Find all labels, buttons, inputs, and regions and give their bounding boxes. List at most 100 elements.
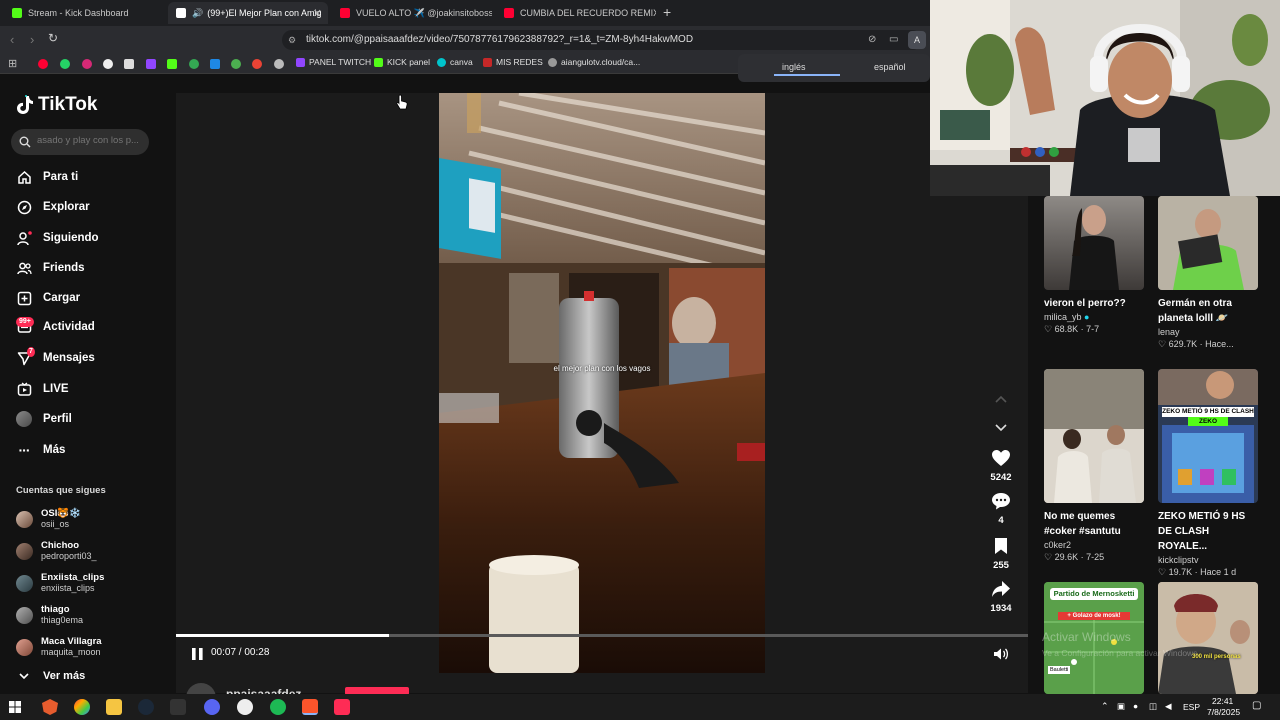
site-info-icon[interactable]: ⚙ (288, 30, 296, 50)
recommended-video-card[interactable]: ZEKO METIÓ 9 HS DE CLASH ZEKO ZEKO METIÓ… (1158, 369, 1258, 578)
followed-account[interactable]: Chichoo pedroporti03_ (16, 540, 97, 562)
activate-windows-hint: Ve a Configuración para activar Windows. (1042, 648, 1200, 658)
tray-mic-icon[interactable]: ● (1133, 701, 1138, 711)
tiktok-bookmark-icon[interactable] (103, 59, 113, 69)
followed-account[interactable]: Maca Villagra maquita_moon (16, 636, 102, 658)
tray-clock-date[interactable]: 7/8/2025 (1207, 707, 1240, 717)
brave-browser-taskbar-icon[interactable] (302, 699, 318, 715)
like-count: 5242 (990, 472, 1012, 483)
username: c0ker2 (1044, 540, 1072, 550)
bookmark-kick-panel[interactable]: KICK panel (374, 57, 430, 67)
instagram-bookmark-icon[interactable] (82, 59, 92, 69)
tray-volume-icon[interactable]: ◀ (1165, 701, 1172, 712)
tray-network-icon[interactable]: ◫ (1149, 701, 1157, 712)
reload-icon[interactable]: ↻ (48, 31, 58, 45)
translate-icon[interactable]: A (908, 31, 926, 49)
chevron-down-icon (995, 424, 1007, 432)
tray-clock-time[interactable]: 22:41 (1212, 696, 1233, 706)
recommended-video-card[interactable]: vieron el perro?? milica_yb ● ♡ 68.8K · … (1044, 196, 1144, 335)
volume-button[interactable] (993, 647, 1009, 664)
search-input[interactable] (37, 135, 145, 146)
nav-mas[interactable]: ··· Más (16, 440, 66, 460)
nav-live[interactable]: LIVE (16, 379, 69, 399)
nav-cargar[interactable]: Cargar (16, 288, 80, 308)
file-explorer-taskbar-icon[interactable] (106, 699, 122, 715)
nav-friends[interactable]: Friends (16, 258, 85, 278)
pause-button[interactable] (192, 648, 203, 663)
translate-target-lang[interactable]: español (874, 62, 906, 72)
followed-account[interactable]: OSI🐯❄️ osii_os (16, 508, 81, 530)
copilot-taskbar-icon[interactable] (74, 699, 90, 715)
recommended-video-card[interactable]: 300 mil personas (1158, 582, 1258, 694)
globe-bookmark-icon[interactable] (274, 59, 284, 69)
bookmark-canva[interactable]: canva (437, 57, 473, 67)
tab-title: (99+)El Mejor Plan con Amig (207, 8, 322, 18)
epic-games-taskbar-icon[interactable] (170, 699, 186, 715)
twitch-bookmark-icon[interactable] (146, 59, 156, 69)
tab-youtube-vuelo-alto[interactable]: VUELO ALTO ✈️ @joakinsitoboss - Y (332, 2, 492, 24)
next-video-button[interactable] (994, 420, 1008, 438)
followed-account[interactable]: thiago thiag0ema (16, 604, 83, 626)
recommended-video-card[interactable]: Germán en otra planeta lolll 🪐 lenay ♡ 6… (1158, 196, 1258, 350)
brave-shield-taskbar-icon[interactable] (42, 699, 58, 715)
translate-source-lang[interactable]: inglés (782, 62, 806, 72)
account-name: OSI🐯❄️ (41, 508, 82, 519)
followed-account[interactable]: Enxiista_clips enxiista_clips (16, 572, 104, 594)
drive-bookmark-icon[interactable] (189, 59, 199, 69)
see-more-button[interactable]: Ver más (16, 666, 85, 686)
outlook-bookmark-icon[interactable] (210, 59, 220, 69)
android-bookmark-icon[interactable] (231, 59, 241, 69)
like-button[interactable]: 5242 (988, 448, 1014, 483)
cast-icon[interactable]: ▭ (889, 34, 898, 45)
nav-label: Perfil (43, 413, 72, 425)
discord-taskbar-icon[interactable] (204, 699, 220, 715)
tray-language[interactable]: ESP (1183, 702, 1200, 712)
tab-title: CUMBIA DEL RECUERDO REMIXADA (520, 8, 656, 18)
tab-youtube-cumbia[interactable]: CUMBIA DEL RECUERDO REMIXADA (496, 2, 656, 24)
x-bookmark-icon[interactable] (124, 59, 134, 69)
previous-video-button[interactable] (994, 391, 1008, 409)
search-box[interactable] (11, 129, 149, 155)
notifications-icon[interactable]: ▢ (1252, 700, 1261, 711)
comment-button[interactable]: 4 (988, 491, 1014, 526)
whatsapp-bookmark-icon[interactable] (60, 59, 70, 69)
forward-icon[interactable]: › (30, 32, 34, 47)
youtube-bookmark-icon[interactable] (38, 59, 48, 69)
bookmark-panel-twitch[interactable]: PANEL TWITCH (296, 57, 371, 67)
save-button[interactable]: 255 (988, 536, 1014, 571)
steam-taskbar-icon[interactable] (138, 699, 154, 715)
tiktok-taskbar-icon[interactable] (334, 699, 350, 715)
nav-perfil[interactable]: Perfil (16, 409, 72, 429)
video-frame[interactable]: el mejor plan con los vagos (439, 93, 765, 673)
tray-usb-icon[interactable]: ▣ (1117, 701, 1125, 712)
obs-taskbar-icon[interactable] (237, 699, 253, 715)
no-video-icon[interactable]: ⊘ (868, 34, 876, 45)
avatar (16, 638, 33, 656)
spotify-taskbar-icon[interactable] (270, 699, 286, 715)
gmail-bookmark-icon[interactable] (252, 59, 262, 69)
windows-start-icon[interactable] (9, 701, 21, 713)
tab-kick-dashboard[interactable]: Stream - Kick Dashboard (4, 2, 166, 24)
nav-para-ti[interactable]: Para ti (16, 167, 78, 187)
video-meta: ♡ 68.8K · 7-7 (1044, 324, 1100, 334)
recommended-video-card[interactable]: No me quemes #coker #santutu c0ker2 ♡ 29… (1044, 369, 1144, 563)
bookmark-mis-redes[interactable]: MIS REDES (483, 57, 543, 67)
back-icon[interactable]: ‹ (10, 32, 14, 47)
nav-explorar[interactable]: Explorar (16, 197, 90, 217)
video-progress-bar[interactable] (176, 634, 1028, 637)
following-accounts-title: Cuentas que sigues (16, 485, 106, 496)
close-tab-icon[interactable]: ✕ (313, 7, 322, 20)
kick-bookmark-icon[interactable] (167, 59, 177, 69)
url-field[interactable]: ⚙ tiktok.com/@ppaisaaafdez/video/7507877… (282, 30, 922, 50)
live-icon (16, 381, 32, 397)
video-thumbnail (1044, 196, 1144, 290)
new-tab-button[interactable]: + (663, 4, 671, 20)
tab-tiktok-video[interactable]: 🔊 (99+)El Mejor Plan con Amig ✕ (168, 2, 328, 24)
bookmark-aiangulotv[interactable]: aiangulotv.cloud/ca... (548, 57, 640, 67)
share-button[interactable]: 1934 (988, 579, 1014, 614)
tiktok-logo[interactable]: TikTok (16, 94, 97, 116)
tray-chevron-up-icon[interactable]: ⌃ (1101, 701, 1109, 712)
nav-label: Cargar (43, 292, 81, 304)
nav-siguiendo[interactable]: Siguiendo (16, 228, 99, 248)
apps-grid-icon[interactable]: ⊞ (8, 57, 17, 70)
